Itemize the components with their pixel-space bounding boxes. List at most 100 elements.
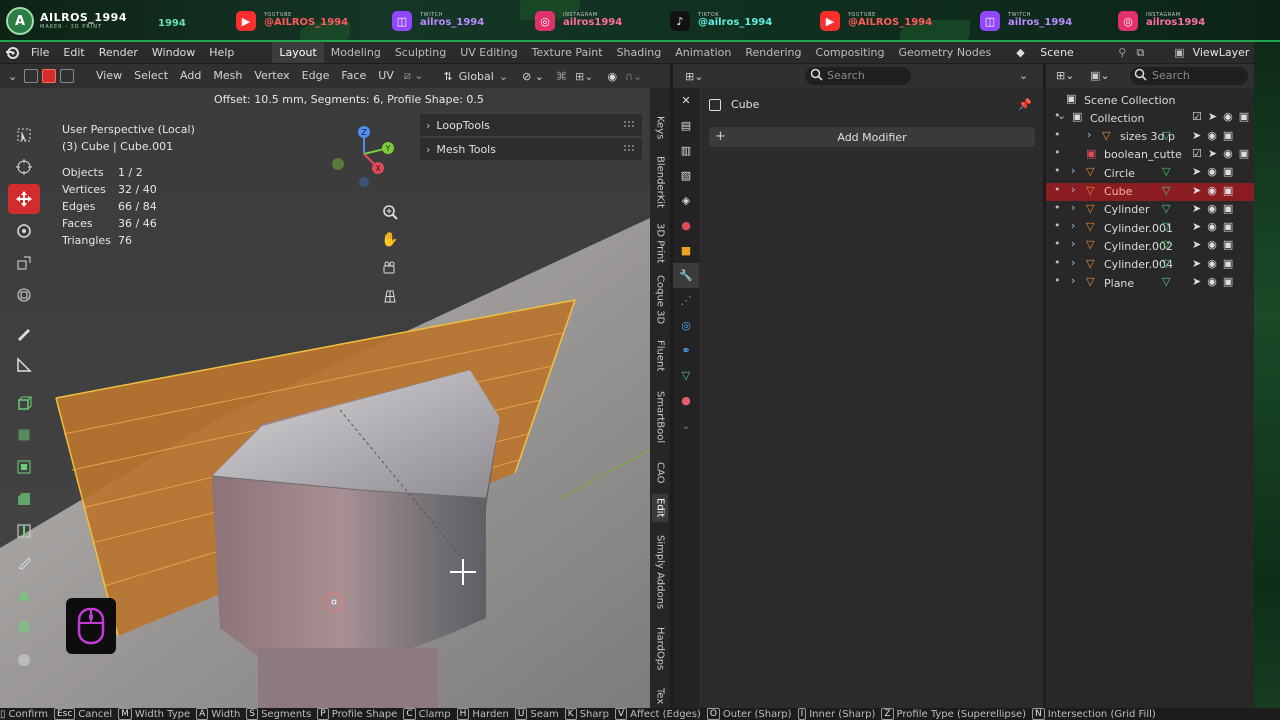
menu-edit[interactable]: Edit: [56, 42, 91, 63]
selectable-arrow-icon[interactable]: ➤: [1192, 257, 1201, 270]
visibility-eye-icon[interactable]: ◉: [1207, 238, 1217, 251]
selectable-arrow-icon[interactable]: ➤: [1192, 220, 1201, 233]
menu-file[interactable]: File: [24, 42, 56, 63]
sidebar-tab-coque-3d[interactable]: Coque 3D: [652, 272, 668, 328]
3d-viewport[interactable]: Offset: 10.5 mm, Segments: 6, Profile Sh…: [0, 88, 670, 708]
workspace-tab-animation[interactable]: Animation: [668, 42, 738, 63]
add-modifier-button[interactable]: + Add Modifier: [709, 127, 1035, 147]
render-camera-icon[interactable]: ▣: [1223, 257, 1233, 270]
visibility-eye-icon[interactable]: ◉: [1223, 147, 1233, 160]
outliner-item-cylinder-004[interactable]: • › ▽ Cylinder.004 ▽ ➤ ◉ ▣: [1046, 256, 1254, 274]
panel-looptools[interactable]: › LoopTools: [420, 114, 642, 136]
scene-icon[interactable]: ◆: [1016, 46, 1036, 59]
outliner-item-collection[interactable]: • ⌄ ▣ Collection ☑ ➤ ◉ ▣: [1046, 109, 1254, 127]
view-layer-tab-icon[interactable]: ▧: [673, 163, 699, 188]
visibility-eye-icon[interactable]: ◉: [1223, 110, 1233, 123]
output-tab-icon[interactable]: ▥: [673, 138, 699, 163]
pin-icon[interactable]: ⚲: [1118, 46, 1126, 59]
checkbox-icon[interactable]: ☑: [1192, 147, 1202, 160]
selectable-arrow-icon[interactable]: ➤: [1208, 147, 1217, 160]
physics-tab-icon[interactable]: ◎: [673, 313, 699, 338]
new-scene-icon[interactable]: ⧉: [1136, 46, 1144, 60]
scene-tab-icon[interactable]: ◈: [673, 188, 699, 213]
render-camera-icon[interactable]: ▣: [1223, 165, 1233, 178]
transform-orientation-icon[interactable]: ⇅: [444, 70, 453, 83]
smooth-tool-icon[interactable]: [8, 644, 40, 674]
render-camera-icon[interactable]: ▣: [1239, 147, 1249, 160]
visibility-eye-icon[interactable]: ◉: [1207, 202, 1217, 215]
material-tab-icon[interactable]: ●: [673, 388, 699, 413]
menu-help[interactable]: Help: [202, 42, 241, 63]
options-chevron-icon[interactable]: ⌄: [1019, 69, 1028, 82]
visibility-eye-icon[interactable]: ◉: [1207, 257, 1217, 270]
sidebar-tab-edit[interactable]: Edit: [652, 494, 668, 522]
viewport-menu-face[interactable]: Face: [335, 64, 372, 88]
move-tool-icon[interactable]: [8, 184, 40, 214]
add-cube-tool-icon[interactable]: [8, 388, 40, 418]
snap-target-icon[interactable]: ⊞⌄: [575, 70, 593, 83]
select-box-tool-icon[interactable]: [8, 120, 40, 150]
selectable-arrow-icon[interactable]: ➤: [1192, 275, 1201, 288]
render-tab-icon[interactable]: ▤: [673, 113, 699, 138]
workspace-tab-sculpting[interactable]: Sculpting: [388, 42, 453, 63]
expand-chevron-icon[interactable]: ›: [1071, 183, 1075, 196]
visibility-eye-icon[interactable]: ◉: [1207, 220, 1217, 233]
scene-name[interactable]: Scene: [1040, 46, 1120, 59]
render-camera-icon[interactable]: ▣: [1239, 110, 1249, 123]
expand-chevron-icon[interactable]: ›: [1071, 201, 1075, 214]
visibility-eye-icon[interactable]: ◉: [1207, 275, 1217, 288]
more-tabs-icon[interactable]: ⌄: [673, 413, 699, 438]
pin-icon[interactable]: 📌: [1018, 98, 1032, 111]
outliner-item-plane[interactable]: • › ▽ Plane ▽ ➤ ◉ ▣: [1046, 274, 1254, 292]
navigation-gizmo[interactable]: Z Y X: [330, 124, 400, 188]
falloff-icon[interactable]: ∩⌄: [625, 70, 642, 83]
outliner-item-sizes-3d-p[interactable]: • › ▽ sizes 3d p ▽ ➤ ◉ ▣: [1046, 128, 1254, 146]
selectable-arrow-icon[interactable]: ➤: [1192, 165, 1201, 178]
transform-orientation-dropdown[interactable]: Global: [459, 70, 494, 83]
sidebar-tab-tex[interactable]: Tex: [652, 686, 668, 706]
outliner-item-cylinder-002[interactable]: • › ▽ Cylinder.002 ▽ ➤ ◉ ▣: [1046, 237, 1254, 255]
viewport-menu-mesh[interactable]: Mesh: [207, 64, 248, 88]
world-tab-icon[interactable]: ●: [673, 213, 699, 238]
outliner-search-input[interactable]: Search: [1130, 67, 1248, 85]
collapse-chevron-icon[interactable]: ⌄: [1057, 109, 1066, 122]
modifier-tab-icon[interactable]: 🔧: [673, 263, 699, 288]
outliner-item-circle[interactable]: • › ▽ Circle ▽ ➤ ◉ ▣: [1046, 164, 1254, 182]
editor-type-icon[interactable]: ⊞⌄: [1056, 69, 1074, 82]
panel-mesh-tools[interactable]: › Mesh Tools: [420, 138, 642, 160]
outliner-item-cube[interactable]: • › ▽ Cube ▽ ➤ ◉ ▣: [1046, 182, 1254, 201]
sidebar-tab-3d-print[interactable]: 3D Print: [652, 220, 668, 266]
rotate-tool-icon[interactable]: [8, 216, 40, 246]
select-mode-subtract-icon[interactable]: [60, 69, 74, 83]
viewport-menu-add[interactable]: Add: [174, 64, 207, 88]
annotate-tool-icon[interactable]: [8, 318, 40, 348]
viewport-menu-uv[interactable]: UV: [372, 64, 400, 88]
cursor-tool-icon[interactable]: [8, 152, 40, 182]
camera-view-icon[interactable]: [378, 256, 402, 280]
menu-window[interactable]: Window: [145, 42, 202, 63]
render-camera-icon[interactable]: ▣: [1223, 220, 1233, 233]
selectable-arrow-icon[interactable]: ➤: [1208, 110, 1217, 123]
menu-render[interactable]: Render: [92, 42, 145, 63]
pan-hand-icon[interactable]: ✋: [378, 228, 402, 252]
selectable-arrow-icon[interactable]: ➤: [1192, 238, 1201, 251]
workspace-tab-texture-paint[interactable]: Texture Paint: [525, 42, 610, 63]
expand-chevron-icon[interactable]: ›: [1087, 128, 1091, 141]
selectable-arrow-icon[interactable]: ➤: [1192, 129, 1201, 142]
tool-tab-icon[interactable]: ✕: [673, 88, 699, 113]
expand-chevron-icon[interactable]: ›: [1071, 164, 1075, 177]
measure-tool-icon[interactable]: [8, 350, 40, 380]
transform-tool-icon[interactable]: [8, 280, 40, 310]
knife-tool-icon[interactable]: [8, 548, 40, 578]
extrude-tool-icon[interactable]: [8, 420, 40, 450]
particles-tab-icon[interactable]: ⋰: [673, 288, 699, 313]
viewport-menu-view[interactable]: View: [90, 64, 128, 88]
proportional-edit-icon[interactable]: ◉: [607, 70, 617, 83]
sidebar-tab-cao[interactable]: CAO: [652, 458, 668, 488]
expand-chevron-icon[interactable]: ›: [1071, 274, 1075, 287]
editor-type-icon[interactable]: ⊞⌄: [685, 70, 703, 83]
constraints-tab-icon[interactable]: ⚭: [673, 338, 699, 363]
visibility-eye-icon[interactable]: ◉: [1207, 165, 1217, 178]
inset-tool-icon[interactable]: [8, 452, 40, 482]
visibility-eye-icon[interactable]: ◉: [1207, 129, 1217, 142]
